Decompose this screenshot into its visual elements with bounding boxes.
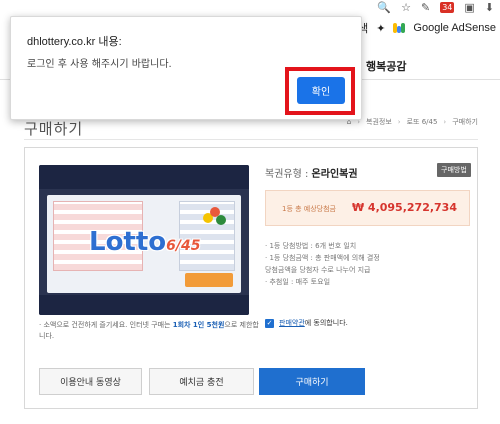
- nav-item-happy[interactable]: 행복공감: [366, 58, 406, 74]
- dialog-title: dhlottery.co.kr 내용:: [27, 36, 122, 48]
- title-divider: [24, 139, 478, 140]
- breadcrumb-separator: ›: [397, 118, 401, 126]
- breadcrumb-item[interactable]: 복권정보: [366, 117, 392, 127]
- confirm-button[interactable]: 확인: [297, 77, 345, 104]
- wand-icon[interactable]: ✦: [376, 22, 385, 35]
- adsense-icon: [393, 23, 406, 33]
- lotto-balls-icon: [203, 207, 227, 231]
- buy-method-button[interactable]: 구매방법: [437, 163, 471, 177]
- guide-video-button[interactable]: 이용안내 동영상: [39, 368, 142, 395]
- breadcrumb-item[interactable]: 로또 6/45: [407, 117, 438, 127]
- list-item: · 1등 당첨금액 : 총 판매액에 의해 결정: [265, 254, 380, 262]
- toolbar-icons: 🔍 ☆ ✎ 34 ▣ ⬇: [377, 0, 494, 14]
- bookmarks-bar: 색 ✦ Google AdSense: [358, 20, 496, 36]
- promo-footer-strip: [39, 295, 249, 315]
- pen-icon[interactable]: ✎: [421, 1, 430, 14]
- deposit-charge-button[interactable]: 예치금 충전: [149, 368, 254, 395]
- promo-header-strip: [39, 165, 249, 189]
- breadcrumb: ⌂ › 복권정보 › 로또 6/45 › 구매하기: [347, 117, 478, 127]
- bookmark-adsense[interactable]: Google AdSense: [413, 22, 496, 34]
- search-icon[interactable]: 🔍: [377, 1, 391, 14]
- breadcrumb-item: 구매하기: [452, 118, 478, 126]
- dialog-message: 로그인 후 사용 해주시기 바랍니다.: [27, 59, 172, 70]
- lotto-logo: Lotto6/45: [89, 227, 201, 257]
- purchase-disclaimer: · 소액으로 건전하게 즐기세요. 인터넷 구매는 1회차 1인 5천원으로 제…: [39, 321, 259, 340]
- prize-label: 1등 총 예상당첨금: [282, 205, 336, 213]
- promo-amount-box: [185, 273, 233, 287]
- consent-text: 에 동의합니다.: [304, 319, 348, 327]
- extension-icon[interactable]: ▣: [464, 1, 474, 14]
- star-icon[interactable]: ☆: [401, 1, 411, 14]
- prize-box: 1등 총 예상당첨금 ₩ 4,095,272,734: [265, 190, 470, 226]
- buy-button[interactable]: 구매하기: [259, 368, 365, 395]
- lotto-promo-image: Lotto6/45: [39, 165, 249, 315]
- notification-badge[interactable]: 34: [440, 1, 455, 13]
- prize-info-list: · 1등 당첨방법 : 6개 번호 일치 · 1등 당첨금액 : 총 판매액에 …: [265, 240, 475, 288]
- list-item: 당첨금액을 당첨자 수로 나누어 지급: [265, 266, 371, 274]
- ticket-type: 복권유형 : 온라인복권: [265, 169, 358, 180]
- breadcrumb-separator: ›: [443, 118, 447, 126]
- prize-amount: ₩ 4,095,272,734: [351, 201, 457, 214]
- page-title: 구매하기: [24, 120, 84, 138]
- consent-checkbox[interactable]: ✓: [265, 318, 274, 328]
- terms-consent: ✓ 판매약관에 동의합니다.: [265, 318, 348, 328]
- download-icon[interactable]: ⬇: [485, 1, 494, 14]
- terms-link[interactable]: 판매약관: [279, 319, 305, 327]
- list-item: · 추첨일 : 매주 토요일: [265, 278, 331, 286]
- list-item: · 1등 당첨방법 : 6개 번호 일치: [265, 242, 357, 250]
